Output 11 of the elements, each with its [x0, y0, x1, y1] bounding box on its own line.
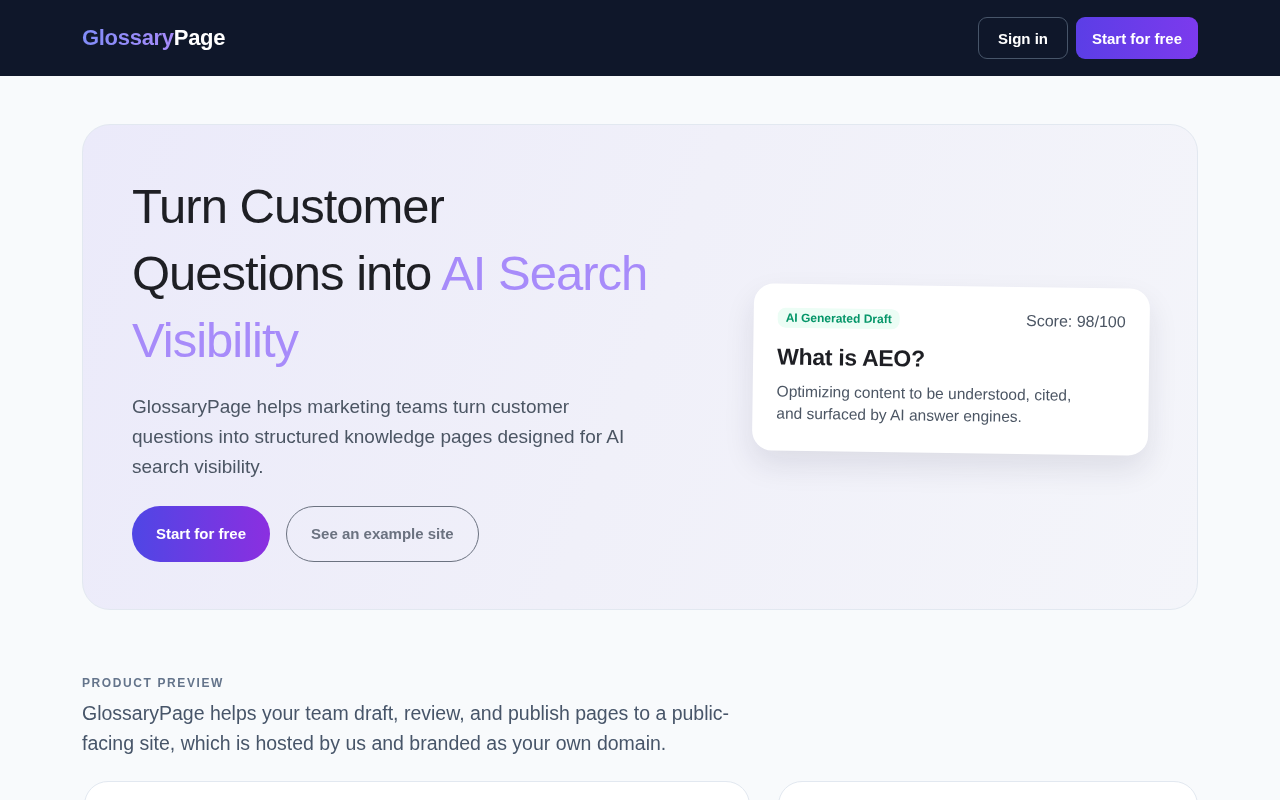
start-free-button[interactable]: Start for free: [1075, 17, 1198, 59]
hero-heading: Turn Customer Questions into AI Search Visibility: [132, 177, 649, 369]
score-text: Score: 98/100: [1025, 311, 1126, 331]
sign-in-button[interactable]: Sign in: [977, 17, 1068, 59]
hero-description: GlossaryPage helps marketing teams turn customer questions into structured knowledge pages designed for AI search visibility.: [132, 394, 626, 479]
section-eyebrow: PRODUCT PREVIEW: [82, 676, 224, 690]
draft-badge: AI Generated Draft: [777, 307, 900, 329]
section-description: GlossaryPage helps your team draft, review, and publish pages to a public-facing site, which is hosted by us and branded as your own domain.: [82, 701, 731, 756]
start-free-button[interactable]: Start for free: [132, 505, 271, 562]
draft-title: What is AEO?: [776, 343, 926, 374]
draft-description: Optimizing content to be understood, cited, and surfaced by AI answer engines.: [776, 381, 1073, 427]
